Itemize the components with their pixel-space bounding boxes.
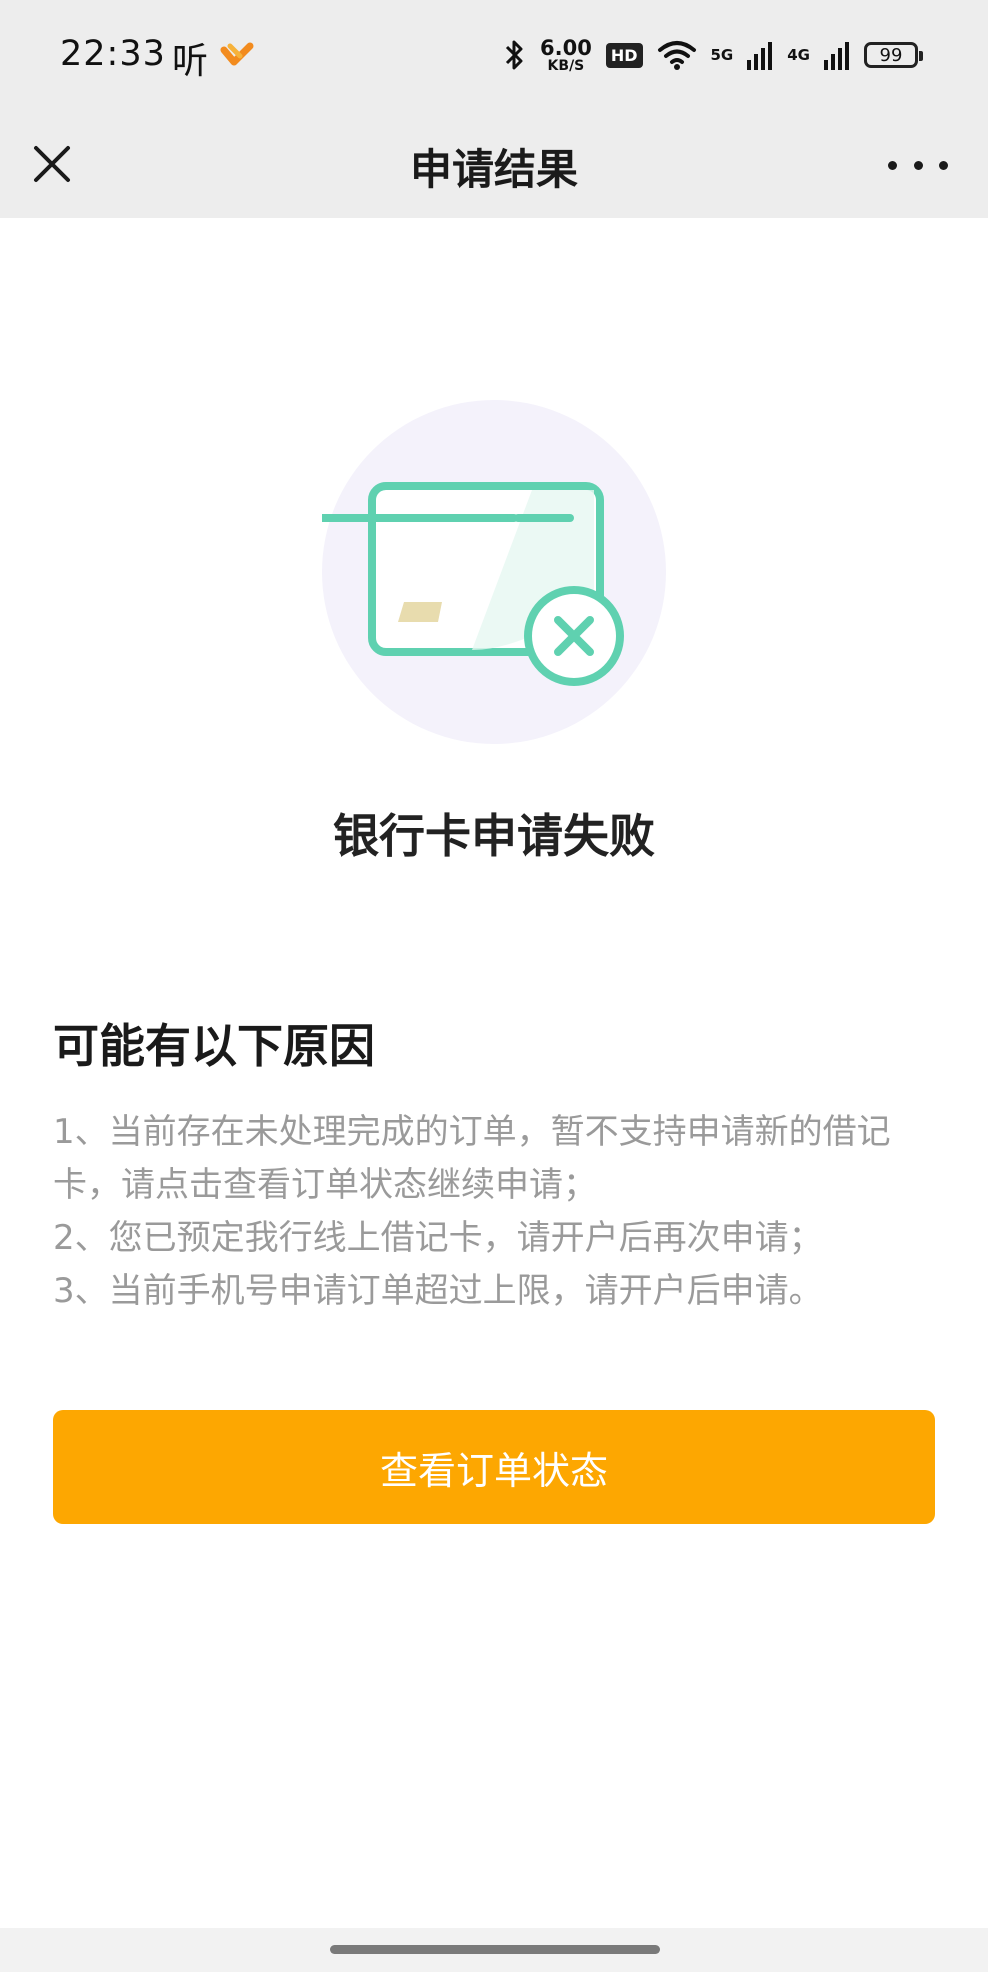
network-5g-label: 5G [710, 46, 734, 64]
reason-item: 2、您已预定我行线上借记卡，请开户后再次申请； [53, 1218, 823, 1258]
signal-4g-icon [824, 42, 849, 70]
gesture-bar [0, 1928, 988, 1972]
signal-5g-icon [747, 42, 773, 70]
battery-icon: 99 [864, 42, 923, 68]
wifi-icon [657, 41, 696, 70]
bluetooth-icon [505, 40, 523, 70]
result-title: 银行卡申请失败 [333, 809, 655, 863]
view-order-status-button[interactable]: 查看订单状态 [53, 1410, 935, 1524]
more-options-icon[interactable] [888, 140, 948, 190]
status-indicators: 6.00 KB/S HD 5G 4G 99 [504, 30, 923, 80]
status-bar: 22:33 听 6.00 KB/S HD 5G 4G 99 [0, 0, 988, 110]
nav-bar: 申请结果 [0, 110, 988, 218]
status-app-icon: 听 [172, 41, 209, 82]
reasons-list: 1、当前存在未处理完成的订单，暂不支持申请新的借记卡，请点击查看订单状态继续申请… [53, 1106, 943, 1318]
hd-voice-badge: HD [605, 42, 643, 68]
network-speed: 6.00 KB/S [540, 35, 592, 74]
home-indicator[interactable] [330, 1945, 660, 1954]
app-logo-icon [220, 42, 254, 66]
reason-item: 3、当前手机号申请订单超过上限，请开户后申请。 [53, 1271, 823, 1311]
reasons-heading: 可能有以下原因 [53, 1019, 375, 1073]
network-4g-label: 4G [787, 46, 810, 64]
card-failed-illustration [322, 400, 666, 744]
page-title: 申请结果 [409, 145, 578, 194]
reason-item: 1、当前存在未处理完成的订单，暂不支持申请新的借记卡，请点击查看订单状态继续申请… [53, 1112, 891, 1205]
status-time: 22:33 [60, 34, 166, 74]
